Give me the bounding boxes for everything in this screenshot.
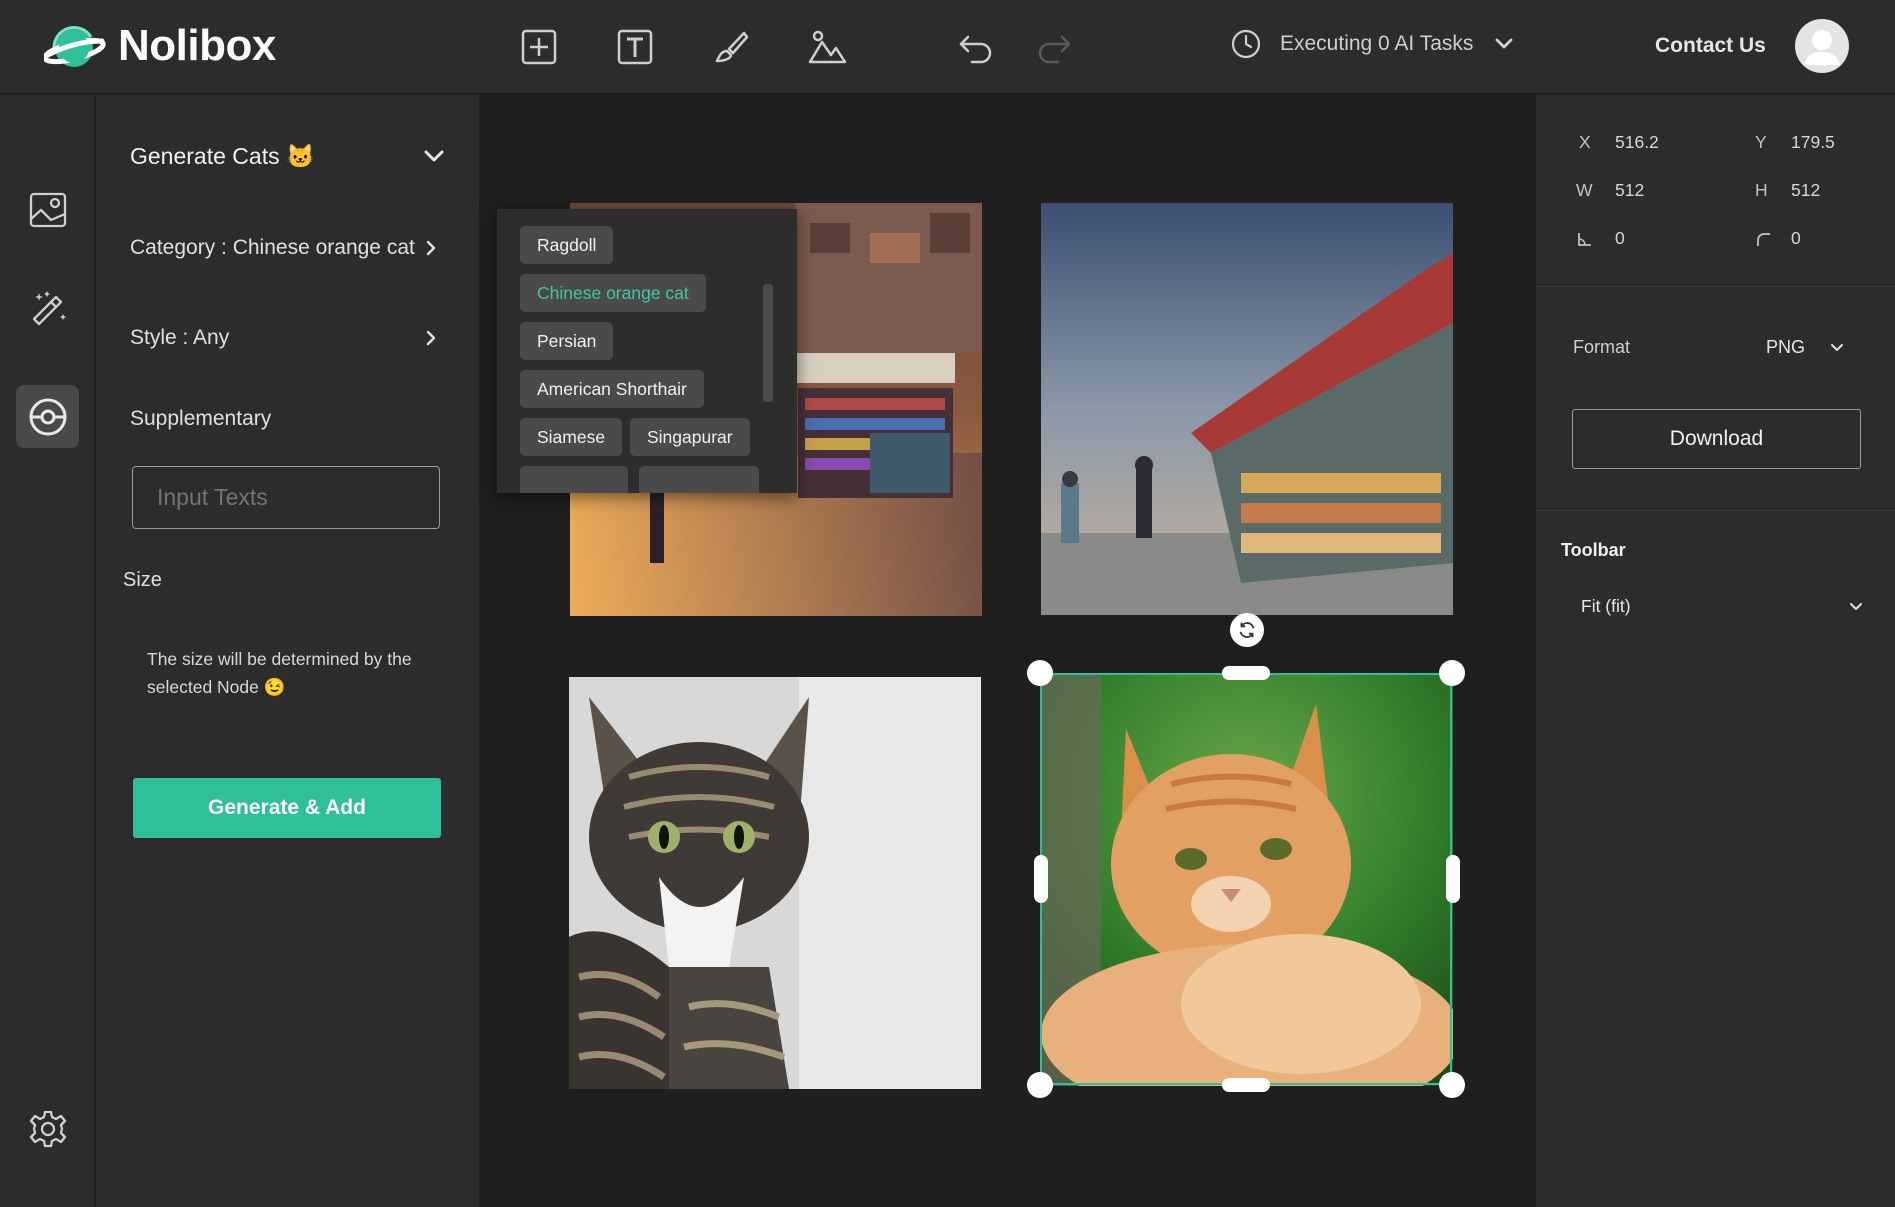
brush-icon [715, 31, 749, 63]
rail-generate-button[interactable] [16, 385, 79, 448]
add-image-button[interactable] [806, 26, 848, 68]
user-icon [1804, 30, 1840, 65]
w-label: W [1576, 180, 1593, 200]
resize-handle-left[interactable] [1034, 855, 1048, 903]
radius-property: 0 [1755, 228, 1801, 249]
resize-handle-top-right[interactable] [1439, 660, 1465, 686]
style-selector[interactable]: Style : Any [130, 326, 229, 350]
supplementary-input[interactable] [132, 466, 440, 529]
category-option[interactable]: Ragdoll [520, 226, 614, 264]
image-icon [29, 192, 66, 227]
skew-property: 0 [1576, 228, 1625, 249]
resize-handle-right[interactable] [1446, 855, 1460, 903]
resize-handle-top-left[interactable] [1027, 660, 1053, 686]
category-option-selected[interactable]: Chinese orange cat [520, 274, 706, 312]
properties-panel: X 516.2 Y 179.5 W 512 H 512 0 0 Format PNG D… [1536, 95, 1895, 1207]
brush-button[interactable] [710, 26, 752, 68]
chevron-right-icon[interactable] [421, 238, 441, 258]
redo-icon [1038, 35, 1071, 64]
generate-panel: Generate Cats 🐱 Category : Chinese orang… [96, 95, 479, 1207]
gear-icon [29, 1110, 66, 1147]
angle-icon [1578, 232, 1591, 246]
x-value[interactable]: 516.2 [1615, 132, 1659, 152]
clock-icon [1231, 29, 1261, 59]
orange-cat-image [1041, 674, 1453, 1086]
contact-us-link[interactable]: Contact Us [1655, 34, 1766, 58]
add-node-button[interactable] [518, 26, 560, 68]
rotate-handle[interactable] [1230, 613, 1264, 647]
ai-tasks-dropdown[interactable]: Executing 0 AI Tasks [1230, 28, 1515, 60]
resize-handle-bottom-right[interactable] [1439, 1072, 1465, 1098]
undo-button[interactable] [955, 26, 997, 68]
text-icon [617, 29, 653, 65]
y-property: Y 179.5 [1755, 132, 1835, 153]
generate-add-button[interactable]: Generate & Add [133, 778, 441, 838]
skew-value[interactable]: 0 [1615, 228, 1625, 249]
mountain-image-icon [808, 30, 847, 64]
canvas-image-orange-cat[interactable] [1041, 674, 1453, 1086]
rotate-icon [1239, 622, 1255, 638]
chevron-down-icon[interactable] [1829, 339, 1845, 355]
supplementary-label: Supplementary [130, 407, 272, 430]
logo[interactable]: Nolibox [44, 21, 276, 71]
category-option[interactable]: Persian [520, 322, 614, 360]
category-option[interactable]: Singapurar [630, 418, 750, 456]
category-popup: Ragdoll Chinese orange cat Persian Ameri… [497, 209, 797, 493]
x-label: X [1579, 132, 1591, 152]
h-label: H [1755, 180, 1768, 200]
logo-text: Nolibox [118, 21, 276, 70]
rail-images-button[interactable] [16, 178, 79, 241]
left-rail [0, 95, 95, 1207]
w-property: W 512 [1576, 180, 1644, 201]
h-value[interactable]: 512 [1791, 180, 1820, 200]
chevron-right-icon[interactable] [421, 328, 441, 348]
h-property: H 512 [1755, 180, 1820, 201]
download-button[interactable]: Download [1572, 409, 1861, 469]
canvas-image-tabby-cat[interactable] [569, 677, 981, 1089]
toolbar-select[interactable]: Fit (fit) [1581, 596, 1631, 617]
redo-button[interactable] [1033, 26, 1075, 68]
y-label: Y [1755, 132, 1767, 152]
radius-value[interactable]: 0 [1791, 228, 1801, 249]
magic-wand-icon [32, 290, 66, 325]
panel-title: Generate Cats 🐱 [130, 143, 315, 169]
x-property: X 516.2 [1579, 132, 1659, 153]
tasks-label: Executing 0 AI Tasks [1280, 32, 1474, 55]
settings-button[interactable] [16, 1097, 79, 1160]
toolbar-label: Toolbar [1561, 540, 1626, 560]
w-value[interactable]: 512 [1615, 180, 1644, 200]
tabby-cat-image [569, 677, 981, 1089]
category-option[interactable]: Siamese [520, 418, 623, 456]
resize-handle-top[interactable] [1222, 666, 1270, 680]
size-description: The size will be determined by the selec… [147, 649, 412, 697]
resize-handle-bottom-left[interactable] [1027, 1072, 1053, 1098]
divider [1536, 286, 1895, 287]
category-option[interactable]: American Shorthair [520, 370, 704, 408]
format-select[interactable]: PNG [1766, 337, 1805, 358]
category-option-partial[interactable] [639, 466, 759, 493]
target-icon [29, 398, 66, 435]
app-header: Nolibox Executing 0 AI Tasks Contact Us [0, 0, 1895, 94]
divider [1536, 510, 1895, 511]
size-label: Size [123, 569, 162, 591]
category-selector[interactable]: Category : Chinese orange cat [130, 236, 415, 260]
market-scene-image [1041, 203, 1453, 615]
corner-radius-icon [1757, 232, 1770, 246]
planet-logo-icon [44, 26, 106, 67]
popup-scrollbar[interactable] [763, 284, 773, 402]
category-option-partial[interactable] [520, 466, 628, 493]
y-value[interactable]: 179.5 [1791, 132, 1835, 152]
avatar[interactable] [1795, 19, 1849, 73]
chevron-down-icon [1495, 38, 1513, 49]
rail-magic-button[interactable] [16, 277, 79, 340]
resize-handle-bottom[interactable] [1222, 1078, 1270, 1092]
chevron-down-icon[interactable] [1848, 598, 1864, 614]
chevron-down-icon[interactable] [421, 143, 447, 169]
add-text-button[interactable] [614, 26, 656, 68]
canvas-image-market[interactable] [1041, 203, 1453, 615]
format-label: Format [1573, 337, 1631, 357]
undo-icon [959, 35, 992, 64]
plus-square-icon [521, 29, 557, 65]
